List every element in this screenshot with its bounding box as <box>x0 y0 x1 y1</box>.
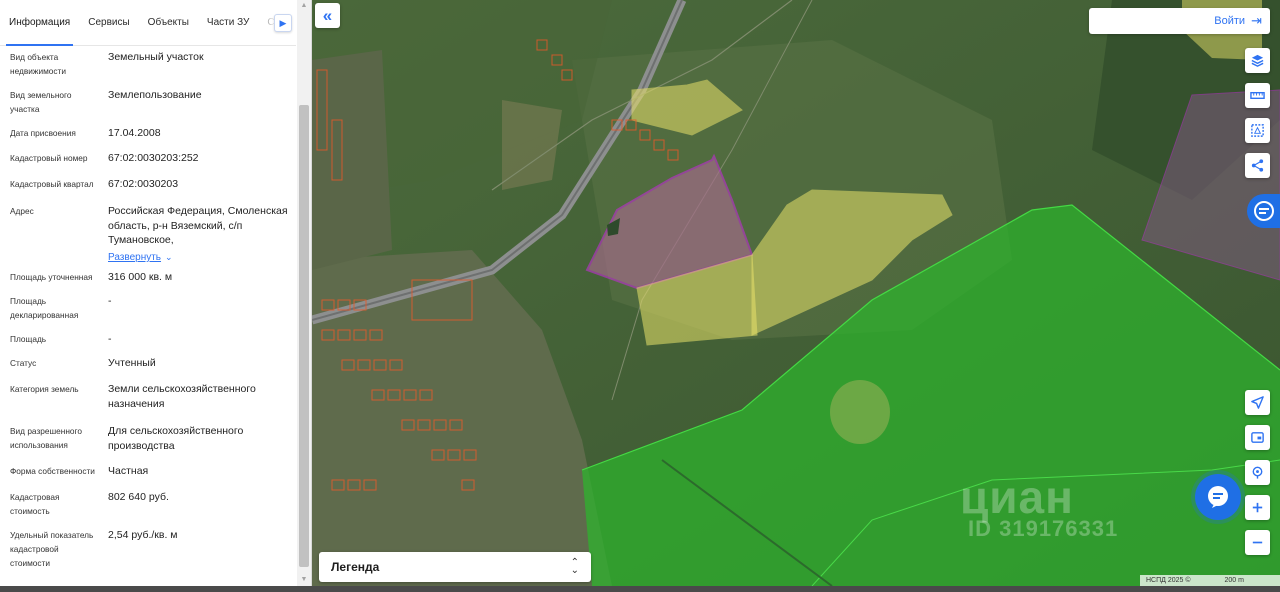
property-value: 67:02:0030203:252 <box>108 152 199 164</box>
property-label: Удельный показатель кадастровой стоимост… <box>10 530 94 568</box>
scroll-down-icon[interactable]: ▼ <box>297 574 311 586</box>
address-expand-link[interactable]: Развернуть ⌄ <box>108 247 173 265</box>
property-value: 17.04.2008 <box>108 127 161 139</box>
property-label: Статус <box>10 358 37 368</box>
zoom-out-button[interactable] <box>1245 530 1270 555</box>
app: Информация Сервисы Объекты Части ЗУ Сос … <box>0 0 1280 592</box>
collapse-panel-icon: « <box>322 5 333 25</box>
scroll-up-icon[interactable]: ▲ <box>297 0 311 12</box>
property-label: Кадастровая стоимость <box>10 492 60 516</box>
property-value: 2,54 руб./кв. м <box>108 529 178 541</box>
locate-button[interactable] <box>1245 390 1270 415</box>
legend-label: Легенда <box>331 560 380 574</box>
property-value: 802 640 руб. <box>108 491 169 503</box>
map-attribution: НСПД 2025 © 200 m <box>1140 575 1280 586</box>
property-value: - <box>108 295 112 307</box>
map-view[interactable] <box>312 0 1280 586</box>
panel-scrollbar[interactable]: ▲ ▼ <box>297 0 311 586</box>
camera-icon <box>1251 432 1264 443</box>
tab-objects[interactable]: Объекты <box>139 0 198 46</box>
satellite-map <box>312 0 1280 586</box>
share-icon <box>1251 159 1264 172</box>
tab-bar: Информация Сервисы Объекты Части ЗУ Сос <box>0 0 296 46</box>
property-label: Вид земельного участка <box>10 90 72 114</box>
property-label: Кадастровый номер <box>10 153 88 163</box>
property-value: 316 000 кв. м <box>108 271 173 283</box>
property-label: Вид объекта недвижимости <box>10 52 66 76</box>
expand-label: Развернуть <box>108 252 162 263</box>
property-label: Дата присвоения <box>10 128 76 138</box>
chevron-right-icon: ▶ <box>279 17 287 28</box>
login-button[interactable]: Войти ⇥ <box>1089 8 1270 34</box>
chat-bubble-icon <box>1208 486 1228 508</box>
tab-information[interactable]: Информация <box>0 0 79 46</box>
select-area-icon <box>1251 124 1264 137</box>
login-icon: ⇥ <box>1251 13 1262 28</box>
pin-icon <box>1252 466 1263 479</box>
property-value: Земли сельскохозяйственного назначения <box>108 383 256 410</box>
ruler-icon <box>1250 91 1265 100</box>
ruler-button[interactable] <box>1245 83 1270 108</box>
collapse-panel-button[interactable]: « <box>315 3 340 28</box>
login-label: Войти <box>1214 15 1246 27</box>
property-value: - <box>108 333 112 345</box>
camera-button[interactable] <box>1245 425 1270 450</box>
property-label: Площадь <box>10 334 47 344</box>
chevron-updown-icon: ⌃ ⌄ <box>570 557 579 576</box>
tab-fade <box>254 0 276 45</box>
property-value: Земельный участок <box>108 51 204 63</box>
tab-parts[interactable]: Части ЗУ <box>198 0 258 46</box>
side-chat-tab[interactable] <box>1247 194 1280 228</box>
copyright-text: НСПД 2025 © <box>1146 577 1191 584</box>
tab-scroll-right-button[interactable]: ▶ <box>274 14 292 32</box>
property-value: Для сельскохозяйственного производства <box>108 425 244 452</box>
zoom-in-icon <box>1252 502 1263 513</box>
property-label: Вид разрешенного использования <box>10 426 82 450</box>
zoom-in-button[interactable] <box>1245 495 1270 520</box>
select-area-button[interactable] <box>1245 118 1270 143</box>
property-value: Российская Федерация, Смоленская область… <box>108 205 288 246</box>
property-value: Частная <box>108 465 149 477</box>
property-label: Адрес <box>10 206 34 216</box>
scroll-thumb[interactable] <box>299 105 309 567</box>
chevron-down-icon: ⌄ <box>165 252 173 262</box>
watermark-id: ID 319176331 <box>968 516 1119 541</box>
tab-services[interactable]: Сервисы <box>79 0 138 46</box>
layers-button[interactable] <box>1245 48 1270 73</box>
property-value: Учтенный <box>108 357 156 369</box>
property-value: Землепользование <box>108 89 202 101</box>
legend-dropdown[interactable]: Легенда ⌃ ⌄ <box>319 552 591 582</box>
zoom-out-icon <box>1252 541 1263 544</box>
property-label: Форма собственности <box>10 466 95 476</box>
locate-icon <box>1251 396 1264 409</box>
bottom-strip <box>0 586 1280 592</box>
info-panel: Информация Сервисы Объекты Части ЗУ Сос … <box>0 0 312 586</box>
share-button[interactable] <box>1245 153 1270 178</box>
property-label: Площадь уточненная <box>10 272 93 282</box>
property-label: Кадастровый квартал <box>10 179 94 189</box>
property-label: Категория земель <box>10 384 79 394</box>
pin-button[interactable] <box>1245 460 1270 485</box>
property-value: 67:02:0030203 <box>108 178 179 190</box>
layers-icon <box>1251 54 1264 67</box>
chat-button[interactable] <box>1195 474 1241 520</box>
scale-text: 200 m <box>1224 577 1244 584</box>
chat-icon <box>1253 201 1274 221</box>
property-label: Площадь декларированная <box>10 296 79 320</box>
